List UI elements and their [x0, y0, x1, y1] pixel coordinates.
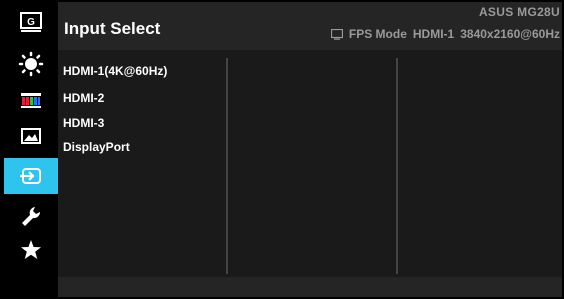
model-name: ASUS MG28U — [478, 5, 560, 19]
bottom-bar — [58, 277, 562, 297]
sidebar-item-system-setup[interactable] — [4, 198, 58, 234]
status-input: HDMI-1 — [412, 27, 455, 41]
status-line: FPS Mode HDMI-1 3840x2160@60Hz — [330, 27, 560, 41]
g-icon: G — [20, 12, 42, 32]
star-icon — [21, 240, 41, 259]
option-hdmi-2[interactable]: HDMI-2 — [63, 91, 104, 105]
status-mode: FPS Mode — [348, 27, 407, 41]
option-hdmi-1[interactable]: HDMI-1(4K@60Hz) — [63, 64, 167, 78]
input-icon — [20, 168, 41, 184]
brightness-icon — [18, 51, 44, 77]
sidebar-item-input-select[interactable] — [4, 158, 58, 194]
sidebar: G — [2, 2, 58, 297]
sidebar-item-myfavorite[interactable] — [4, 232, 58, 268]
wrench-icon — [22, 207, 41, 226]
osd-menu: G Input Select ASUS MG28U FPS Mode HDMI-… — [0, 0, 564, 299]
column-divider — [226, 58, 228, 274]
header-bar: Input Select ASUS MG28U FPS Mode HDMI-1 … — [58, 2, 562, 50]
color-bars-icon — [21, 93, 41, 108]
monitor-icon — [330, 28, 343, 40]
option-hdmi-3[interactable]: HDMI-3 — [63, 116, 104, 130]
content-panel: Input Select ASUS MG28U FPS Mode HDMI-1 … — [58, 2, 562, 297]
page-title: Input Select — [64, 19, 161, 38]
sidebar-item-image[interactable] — [4, 118, 58, 154]
sidebar-item-gameplus[interactable]: G — [4, 4, 58, 40]
sidebar-item-color[interactable] — [4, 82, 58, 118]
sidebar-item-splendid[interactable] — [4, 46, 58, 82]
svg-text:G: G — [27, 17, 35, 28]
column-divider — [396, 58, 398, 274]
image-icon — [21, 128, 41, 144]
option-displayport[interactable]: DisplayPort — [63, 140, 130, 154]
status-resolution: 3840x2160@60Hz — [460, 27, 560, 41]
